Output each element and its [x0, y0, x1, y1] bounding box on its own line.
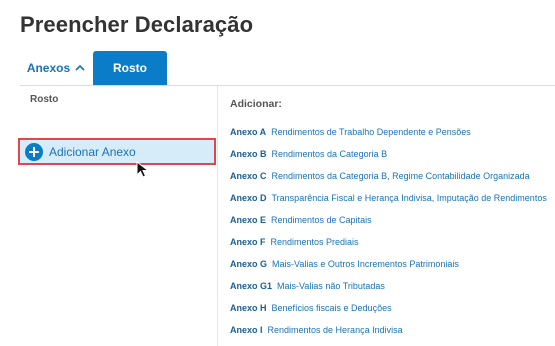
anexo-list: Anexo A Rendimentos de Trabalho Dependent…	[230, 126, 547, 346]
anexo-code: Anexo G	[230, 259, 268, 269]
anexo-code: Anexo D	[230, 193, 267, 203]
anexo-description: Mais-Valias não Tributadas	[277, 281, 385, 291]
anexo-b-link[interactable]: Anexo B Rendimentos da Categoria B	[230, 148, 547, 170]
anexo-description: Benefícios fiscais e Deduções	[271, 303, 392, 313]
anexo-code: Anexo I	[230, 325, 263, 335]
anexo-h-link[interactable]: Anexo H Benefícios fiscais e Deduções	[230, 302, 547, 324]
anexo-d-link[interactable]: Anexo D Transparência Fiscal e Herança In…	[230, 192, 547, 214]
page: Preencher Declaração Anexos Rosto Rosto …	[0, 0, 555, 346]
mouse-pointer-icon	[136, 161, 150, 178]
chevron-up-icon	[75, 64, 85, 71]
anexo-code: Anexo C	[230, 171, 267, 181]
page-title: Preencher Declaração	[20, 12, 254, 37]
anexo-code: Anexo E	[230, 215, 267, 225]
anexo-code: Anexo B	[230, 149, 267, 159]
tab-bar: Anexos Rosto	[20, 51, 555, 86]
anexo-c-link[interactable]: Anexo C Rendimentos da Categoria B, Regim…	[230, 170, 547, 192]
sidebar-item-rosto[interactable]: Rosto	[30, 94, 58, 105]
tab-anexos[interactable]: Anexos	[20, 51, 92, 85]
anexo-description: Rendimentos de Herança Indivisa	[267, 325, 403, 335]
tab-rosto-label: Rosto	[113, 61, 147, 75]
anexo-code: Anexo A	[230, 127, 267, 137]
anexo-description: Rendimentos da Categoria B	[271, 149, 388, 159]
anexo-g1-link[interactable]: Anexo G1 Mais-Valias não Tributadas	[230, 280, 547, 302]
add-anexo-button[interactable]: Adicionar Anexo	[18, 138, 216, 165]
anexo-description: Rendimentos da Categoria B, Regime Conta…	[271, 171, 530, 181]
anexo-a-link[interactable]: Anexo A Rendimentos de Trabalho Dependent…	[230, 126, 547, 148]
tab-rosto[interactable]: Rosto	[93, 51, 167, 85]
right-panel: Adicionar: Anexo A Rendimentos de Trabalh…	[218, 86, 555, 346]
anexo-description: Rendimentos de Capitais	[271, 215, 372, 225]
anexo-e-link[interactable]: Anexo E Rendimentos de Capitais	[230, 214, 547, 236]
anexo-f-link[interactable]: Anexo F Rendimentos Prediais	[230, 236, 547, 258]
anexo-description: Rendimentos Prediais	[270, 237, 359, 247]
tab-anexos-label: Anexos	[26, 61, 71, 75]
left-panel: Rosto Adicionar Anexo	[18, 86, 217, 346]
plus-circle-icon	[25, 142, 43, 161]
add-anexo-label: Adicionar Anexo	[49, 144, 136, 159]
anexo-description: Transparência Fiscal e Herança Indivisa,…	[271, 193, 547, 203]
anexo-code: Anexo G1	[230, 281, 273, 291]
anexo-description: Mais-Valias e Outros Incrementos Patrimo…	[272, 259, 459, 269]
anexo-g-link[interactable]: Anexo G Mais-Valias e Outros Incrementos …	[230, 258, 547, 280]
anexo-description: Rendimentos de Trabalho Dependente e Pen…	[271, 127, 471, 137]
add-heading: Adicionar:	[230, 98, 282, 110]
anexo-code: Anexo H	[230, 303, 267, 313]
anexo-code: Anexo F	[230, 237, 266, 247]
anexo-i-link[interactable]: Anexo I Rendimentos de Herança Indivisa	[230, 324, 547, 346]
